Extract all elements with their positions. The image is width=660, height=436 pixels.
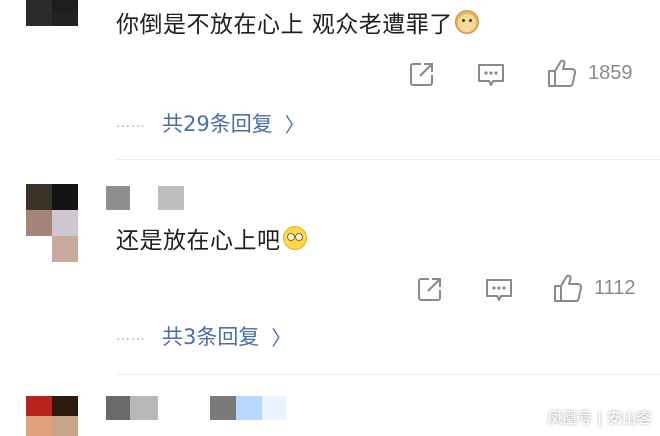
view-replies-link[interactable]: …… 共29条回复 〉 (116, 108, 305, 138)
thumbs-up-icon (548, 59, 577, 87)
share-icon (418, 278, 441, 301)
avatar[interactable] (26, 396, 78, 436)
divider (116, 159, 660, 160)
view-replies-link[interactable]: …… 共3条回复 〉 (116, 321, 291, 351)
doge-emoji-icon (454, 10, 479, 34)
username[interactable] (106, 396, 286, 420)
comment-icon (486, 279, 512, 301)
share-button[interactable] (416, 275, 444, 303)
comment-body: 还是放在心上吧 (116, 222, 307, 254)
like-count: 1112 (594, 276, 636, 299)
share-button[interactable] (408, 60, 436, 88)
comment-text: 还是放在心上吧 (116, 228, 281, 254)
comment-icon (478, 64, 504, 86)
like-button[interactable]: 1859 (546, 57, 633, 89)
chevron-right-icon: 〉 (284, 112, 305, 137)
username[interactable] (106, 186, 184, 210)
eye-roll-emoji-icon (282, 226, 307, 250)
share-icon (410, 63, 433, 86)
comment-text: 你倒是不放在心上 观众老遭罪了 (116, 12, 453, 38)
avatar[interactable] (26, 0, 78, 26)
watermark: 凤凰号 | 安山客 (547, 409, 652, 427)
chevron-right-icon: 〉 (271, 325, 292, 350)
like-button[interactable]: 1112 (552, 272, 636, 304)
thumbs-up-icon (554, 274, 583, 302)
replies-label: 共29条回复 (162, 112, 273, 136)
like-count: 1859 (588, 61, 633, 84)
comment-button[interactable] (476, 61, 506, 89)
dots: …… (116, 328, 146, 344)
replies-label: 共3条回复 (162, 325, 260, 349)
avatar[interactable] (26, 184, 78, 262)
dots: …… (116, 115, 146, 131)
divider (116, 374, 660, 375)
comment-body: 你倒是不放在心上 观众老遭罪了 (116, 6, 479, 38)
comment-button[interactable] (484, 276, 514, 304)
comment-feed: 你倒是不放在心上 观众老遭罪了 1859 …… 共29条回复 〉 还是放在心上吧… (0, 0, 660, 436)
